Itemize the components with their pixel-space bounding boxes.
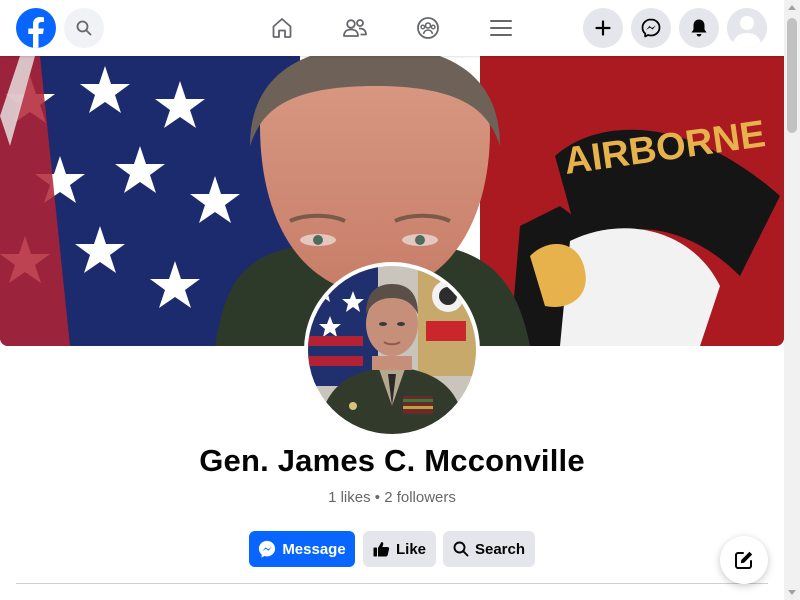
nav-menu[interactable]	[481, 8, 521, 48]
section-divider	[16, 583, 768, 584]
message-button[interactable]: Message	[249, 531, 355, 567]
messenger-icon	[259, 540, 276, 558]
notifications-button[interactable]	[679, 8, 719, 48]
scroll-up-arrow-icon[interactable]	[788, 5, 796, 10]
page-search-button[interactable]: Search	[443, 531, 535, 567]
compose-icon	[735, 551, 753, 569]
search-button-label: Search	[474, 540, 526, 558]
facebook-logo-icon[interactable]	[16, 8, 56, 48]
groups-icon	[417, 17, 439, 39]
home-icon	[272, 18, 292, 38]
create-button[interactable]	[583, 8, 623, 48]
account-button[interactable]	[727, 8, 767, 48]
messenger-icon	[641, 18, 661, 38]
page-scrollbar[interactable]	[784, 0, 800, 600]
like-button[interactable]: Like	[363, 531, 436, 567]
menu-icon	[490, 20, 512, 36]
messenger-button[interactable]	[631, 8, 671, 48]
profile-photo	[308, 266, 476, 434]
message-button-label: Message	[282, 540, 346, 558]
nav-groups[interactable]	[408, 8, 448, 48]
create-icon	[595, 20, 611, 36]
search-icon	[453, 541, 469, 557]
notifications-icon	[691, 19, 707, 37]
nav-friends[interactable]	[335, 8, 375, 48]
top-navigation-bar	[0, 0, 784, 56]
page-stats[interactable]: 1 likes • 2 followers	[0, 489, 784, 506]
search-icon	[76, 20, 92, 36]
scrollbar-thumb[interactable]	[787, 18, 797, 133]
compose-message-button[interactable]	[720, 536, 768, 584]
scroll-down-arrow-icon[interactable]	[788, 590, 796, 595]
account-avatar-icon	[727, 8, 767, 48]
like-button-label: Like	[395, 540, 426, 558]
search-button[interactable]	[64, 8, 104, 48]
friends-icon	[343, 19, 367, 37]
page-name: Gen. James C. Mcconville	[199, 443, 585, 478]
profile-picture[interactable]	[304, 262, 480, 438]
thumbs-up-icon	[373, 542, 390, 557]
nav-home[interactable]	[262, 8, 302, 48]
